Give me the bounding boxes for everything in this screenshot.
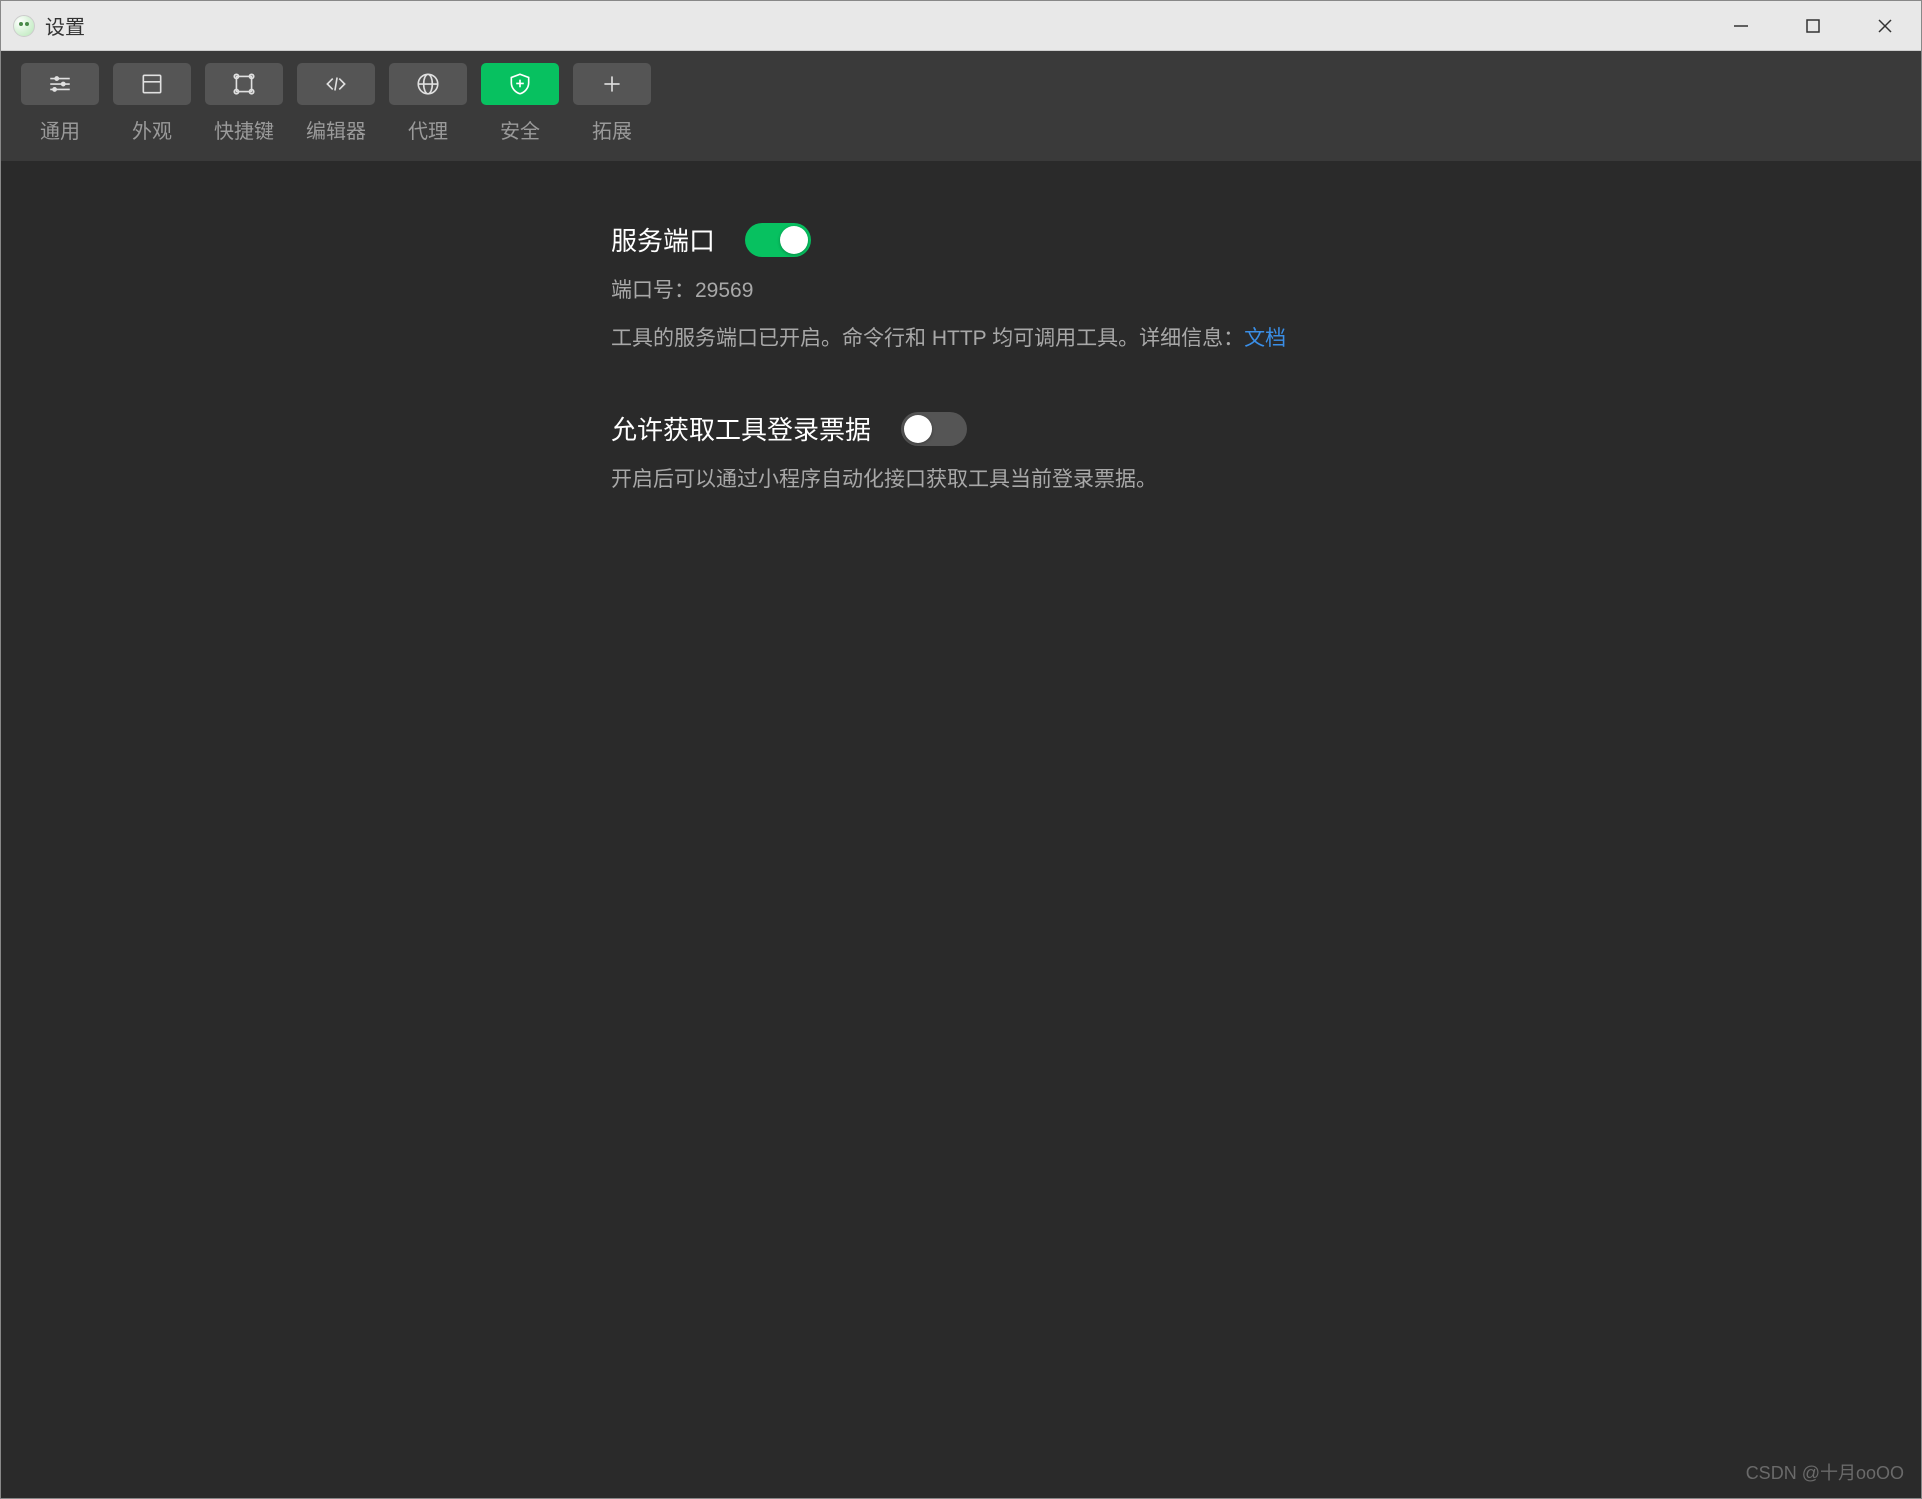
login-ticket-toggle[interactable] xyxy=(901,412,967,446)
login-ticket-description: 开启后可以通过小程序自动化接口获取工具当前登录票据。 xyxy=(611,463,1921,493)
plus-icon xyxy=(599,71,625,97)
tab-icon-box xyxy=(389,63,467,105)
tab-icon-box xyxy=(21,63,99,105)
shield-icon xyxy=(507,71,533,97)
app-icon xyxy=(13,15,35,37)
tab-icon-box xyxy=(481,63,559,105)
content-area: 服务端口 端口号：29569 工具的服务端口已开启。命令行和 HTTP 均可调用… xyxy=(1,161,1921,1498)
tab-icon-box xyxy=(297,63,375,105)
layout-icon xyxy=(139,71,165,97)
tab-general[interactable]: 通用 xyxy=(21,63,99,144)
port-value: 29569 xyxy=(695,279,753,302)
service-port-row: 服务端口 xyxy=(611,221,1921,258)
window-title: 设置 xyxy=(45,11,85,40)
port-label: 端口号： xyxy=(611,279,695,302)
maximize-icon xyxy=(1804,17,1822,35)
tab-label: 通用 xyxy=(40,115,80,144)
toggle-knob xyxy=(904,415,932,443)
service-port-title: 服务端口 xyxy=(611,221,715,258)
tab-label: 快捷键 xyxy=(214,115,274,144)
close-icon xyxy=(1876,17,1894,35)
globe-icon xyxy=(415,71,441,97)
tab-icon-box xyxy=(573,63,651,105)
code-icon xyxy=(323,71,349,97)
login-ticket-title: 允许获取工具登录票据 xyxy=(611,410,871,447)
minimize-icon xyxy=(1732,17,1750,35)
window-controls xyxy=(1705,1,1921,50)
toolbar: 通用 外观 快捷键 编辑器 代理 xyxy=(1,51,1921,161)
tab-shortcuts[interactable]: 快捷键 xyxy=(205,63,283,144)
titlebar: 设置 xyxy=(1,1,1921,51)
tab-editor[interactable]: 编辑器 xyxy=(297,63,375,144)
settings-window: 设置 通用 外观 xyxy=(0,0,1922,1499)
toggle-knob xyxy=(780,226,808,254)
minimize-button[interactable] xyxy=(1705,1,1777,50)
tab-label: 安全 xyxy=(500,115,540,144)
titlebar-left: 设置 xyxy=(13,11,85,40)
tab-extensions[interactable]: 拓展 xyxy=(573,63,651,144)
tab-label: 拓展 xyxy=(592,115,632,144)
tab-label: 编辑器 xyxy=(306,115,366,144)
tab-label: 代理 xyxy=(408,115,448,144)
tab-appearance[interactable]: 外观 xyxy=(113,63,191,144)
service-port-description: 工具的服务端口已开启。命令行和 HTTP 均可调用工具。详细信息：文档 xyxy=(611,322,1921,352)
tab-label: 外观 xyxy=(132,115,172,144)
watermark: CSDN @十月ooOO xyxy=(1746,1459,1904,1485)
close-button[interactable] xyxy=(1849,1,1921,50)
keyboard-icon xyxy=(231,71,257,97)
maximize-button[interactable] xyxy=(1777,1,1849,50)
port-number-info: 端口号：29569 xyxy=(611,274,1921,304)
desc-text: 工具的服务端口已开启。命令行和 HTTP 均可调用工具。详细信息： xyxy=(611,327,1244,350)
sliders-icon xyxy=(47,71,73,97)
service-port-toggle[interactable] xyxy=(745,223,811,257)
tab-proxy[interactable]: 代理 xyxy=(389,63,467,144)
tab-icon-box xyxy=(113,63,191,105)
login-ticket-row: 允许获取工具登录票据 xyxy=(611,410,1921,447)
docs-link[interactable]: 文档 xyxy=(1244,327,1286,350)
tab-security[interactable]: 安全 xyxy=(481,63,559,144)
tab-icon-box xyxy=(205,63,283,105)
